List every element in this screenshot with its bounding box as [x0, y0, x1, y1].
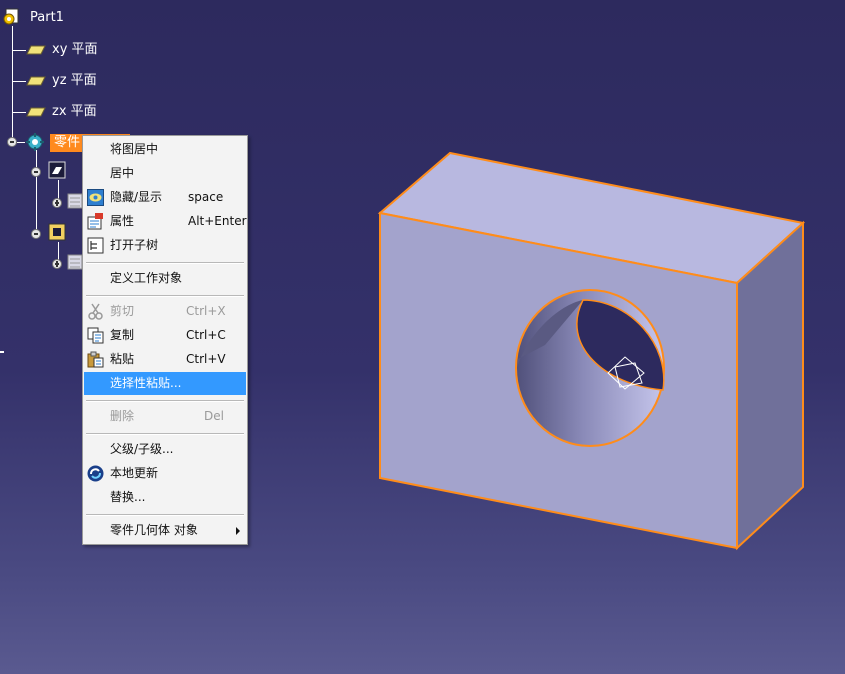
- collapse-button[interactable]: [31, 229, 41, 239]
- scissors-icon: [88, 303, 103, 320]
- properties-icon: [87, 213, 103, 230]
- gear-icon[interactable]: [26, 133, 44, 151]
- menu-separator: [86, 514, 244, 516]
- plane-icon[interactable]: [26, 45, 46, 55]
- tree-icon: [87, 237, 104, 254]
- tree-connector: [17, 142, 25, 143]
- menu-item-open-subtree[interactable]: 打开子树: [84, 234, 246, 257]
- tree-trunk-line: [12, 26, 13, 142]
- tree-item-xy-plane[interactable]: xy 平面: [52, 42, 98, 58]
- plane-icon[interactable]: [26, 76, 46, 86]
- tree-item-yz-plane[interactable]: yz 平面: [52, 73, 97, 89]
- tree-connector: [12, 112, 26, 113]
- hide-show-icon: [87, 189, 104, 206]
- menu-separator: [86, 295, 244, 297]
- part-icon[interactable]: [2, 8, 20, 26]
- tree-connector: [12, 50, 26, 51]
- viewport-edge-marker: [0, 351, 4, 353]
- menu-item-local-update[interactable]: 本地更新: [84, 462, 246, 485]
- 3d-part-model[interactable]: [370, 145, 815, 565]
- menu-item-center-graph[interactable]: 将图居中: [84, 138, 246, 161]
- menu-item-replace[interactable]: 替换...: [84, 486, 246, 509]
- menu-item-delete[interactable]: 删除 Del: [84, 405, 246, 428]
- menu-item-properties[interactable]: 属性 Alt+Enter: [84, 210, 247, 233]
- menu-separator: [86, 262, 244, 264]
- plane-icon[interactable]: [26, 107, 46, 117]
- menu-item-cut[interactable]: 剪切 Ctrl+X: [84, 300, 246, 323]
- tree-item-zx-plane[interactable]: zx 平面: [52, 104, 97, 120]
- context-menu: 将图居中 居中 隐藏/显示 space 属性 Alt+Enter 打开子树 定义…: [82, 135, 248, 545]
- collapse-button[interactable]: [31, 167, 41, 177]
- menu-item-center[interactable]: 居中: [84, 162, 246, 185]
- update-icon: [87, 465, 104, 482]
- menu-item-define-work-object[interactable]: 定义工作对象: [84, 267, 246, 290]
- collapse-button[interactable]: [7, 137, 17, 147]
- menu-separator: [86, 433, 244, 435]
- menu-item-hide-show[interactable]: 隐藏/显示 space: [84, 186, 246, 209]
- pocket-feature-icon[interactable]: [48, 223, 66, 241]
- expand-button[interactable]: [52, 259, 62, 269]
- expand-button[interactable]: [52, 198, 62, 208]
- pad-feature-icon[interactable]: [48, 161, 66, 179]
- submenu-arrow-icon: [236, 527, 240, 535]
- menu-item-parents-children[interactable]: 父级/子级...: [84, 438, 246, 461]
- menu-item-paste-special[interactable]: 选择性粘贴...: [84, 372, 246, 395]
- copy-icon: [87, 327, 104, 344]
- menu-item-copy[interactable]: 复制 Ctrl+C: [84, 324, 246, 347]
- menu-item-part-body-object[interactable]: 零件几何体 对象: [84, 519, 246, 542]
- menu-item-paste[interactable]: 粘贴 Ctrl+V: [84, 348, 246, 371]
- tree-root-part1[interactable]: Part1: [30, 10, 64, 26]
- paste-icon: [87, 351, 104, 368]
- tree-branch-line: [36, 150, 37, 236]
- tree-connector: [12, 81, 26, 82]
- menu-separator: [86, 400, 244, 402]
